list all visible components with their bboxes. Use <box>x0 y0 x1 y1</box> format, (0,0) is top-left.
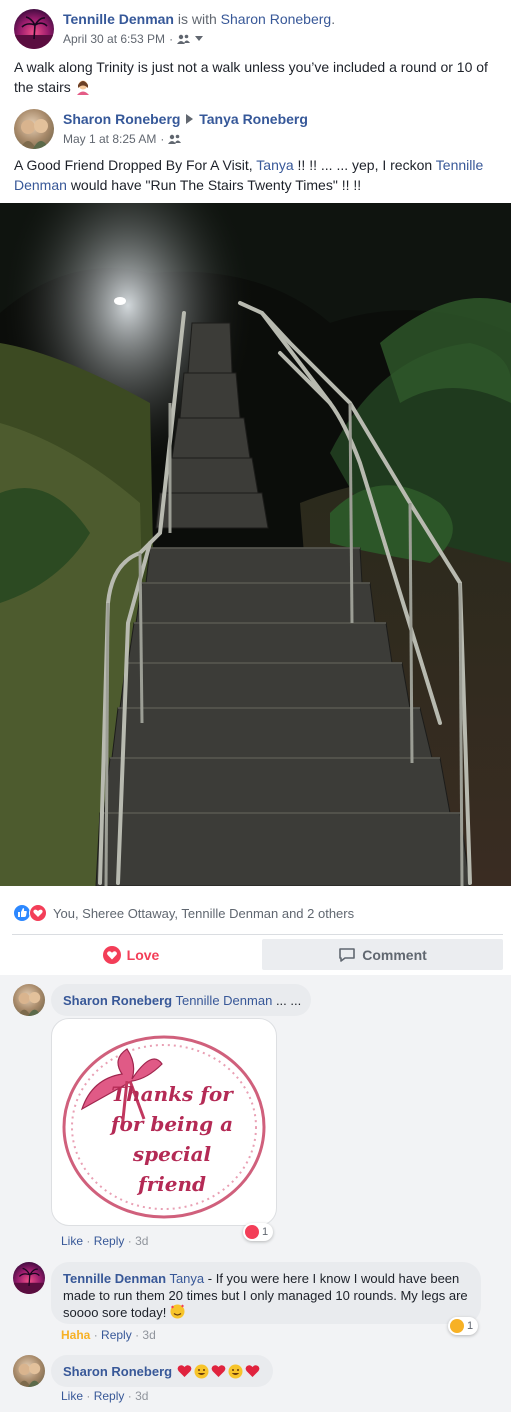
avatar[interactable] <box>13 1355 45 1387</box>
reaction-icons[interactable] <box>13 904 51 922</box>
like-link[interactable]: Like <box>61 1389 83 1403</box>
heart-emoji-icon <box>177 1365 192 1377</box>
smiling-hearts-emoji-icon <box>170 1304 185 1319</box>
separator: · <box>127 1234 132 1248</box>
caret-right-icon <box>186 114 194 124</box>
comment-time[interactable]: 3d <box>142 1328 155 1342</box>
shared-timestamp[interactable]: May 1 at 8:25 AM <box>63 132 156 146</box>
post-timestamp[interactable]: April 30 at 6:53 PM <box>63 32 165 46</box>
sticker-line: Thanks for <box>111 1082 234 1106</box>
separator: · <box>135 1328 140 1342</box>
friends-audience-icon[interactable] <box>177 34 191 44</box>
haha-reaction-link[interactable]: Haha <box>61 1328 90 1342</box>
separator: · <box>86 1234 91 1248</box>
sticker-line: for being a <box>109 1112 233 1136</box>
shared-text-part: would have "Run The Stairs Twenty Times"… <box>70 177 362 193</box>
reply-link[interactable]: Reply <box>101 1328 132 1342</box>
post-text: A walk along Trinity is just not a walk … <box>14 57 498 97</box>
shared-author-link[interactable]: Sharon Roneberg <box>63 111 180 127</box>
love-label: Love <box>126 946 160 963</box>
comment-actions: Like · Reply · 3d <box>61 1389 148 1403</box>
mention-link[interactable]: Tennille Denman <box>175 993 272 1008</box>
comment-button[interactable]: Comment <box>262 939 503 970</box>
grinning-emoji-icon <box>194 1364 209 1378</box>
post-photo[interactable] <box>0 203 511 886</box>
post-meta: April 30 at 6:53 PM · <box>63 32 204 46</box>
post-header-line: Tennille Denman is with Sharon Roneberg. <box>63 11 335 27</box>
comment-reaction-count[interactable]: 1 <box>448 1317 479 1335</box>
comment-icon <box>339 947 356 962</box>
comment-text: made to run them 20 times but I only man… <box>63 1288 468 1303</box>
woman-emoji-icon <box>76 80 89 95</box>
haha-reaction-icon <box>450 1319 464 1333</box>
comment-text: - If you were here I know I would have b… <box>207 1271 460 1286</box>
meta-separator: · <box>160 132 165 146</box>
divider <box>12 934 503 935</box>
shared-meta: May 1 at 8:25 AM · <box>63 132 182 146</box>
shared-text: A Good Friend Dropped By For A Visit, Ta… <box>14 155 504 195</box>
comment-bubble: Sharon Roneberg <box>51 1355 273 1387</box>
sticker-line: friend <box>136 1172 206 1196</box>
post-author-link[interactable]: Tennille Denman <box>63 11 174 27</box>
shared-header-line: Sharon Roneberg Tanya Roneberg <box>63 111 308 127</box>
grinning-emoji-icon <box>228 1364 243 1378</box>
chevron-down-icon[interactable] <box>195 36 204 42</box>
avatar[interactable] <box>13 1262 45 1294</box>
reaction-summary[interactable]: You, Sheree Ottaway, Tennille Denman and… <box>53 906 354 921</box>
heart-emoji-icon <box>245 1365 260 1377</box>
shared-target-link[interactable]: Tanya Roneberg <box>199 111 308 127</box>
comment-time[interactable]: 3d <box>135 1234 148 1248</box>
reply-link[interactable]: Reply <box>94 1389 125 1403</box>
comment-text: ... ... <box>275 993 302 1008</box>
reaction-count: 1 <box>467 1320 474 1332</box>
avatar[interactable] <box>14 9 54 49</box>
with-text: is with <box>177 11 217 27</box>
comment-time[interactable]: 3d <box>135 1389 148 1403</box>
comment-actions: Haha · Reply · 3d <box>61 1328 156 1342</box>
love-button[interactable]: Love <box>8 939 254 970</box>
mention-link[interactable]: Tanya <box>256 157 293 173</box>
friend-sticker[interactable]: Thanks for for being a special friend <box>51 1018 277 1226</box>
tagged-user-link[interactable]: Sharon Roneberg <box>221 11 332 27</box>
shared-text-part: A Good Friend Dropped By For A Visit, <box>14 157 253 173</box>
heart-emoji-icon <box>211 1365 226 1377</box>
thanks-friend-sticker-image: Thanks for for being a special friend <box>62 1035 266 1219</box>
comment-label: Comment <box>362 946 427 963</box>
separator: · <box>86 1389 91 1403</box>
separator: · <box>127 1389 132 1403</box>
love-reaction-icon <box>245 1225 259 1239</box>
comment-author-link[interactable]: Sharon Roneberg <box>63 993 172 1008</box>
mention-link[interactable]: Tanya <box>169 1271 204 1286</box>
comment-bubble: Sharon Roneberg Tennille Denman ... ... <box>51 984 311 1016</box>
shared-text-part: !! !! ... ... yep, I reckon <box>297 157 433 173</box>
comment-text: soooo sore today! <box>63 1305 167 1320</box>
reply-link[interactable]: Reply <box>94 1234 125 1248</box>
reaction-count: 1 <box>262 1226 269 1238</box>
avatar[interactable] <box>14 109 54 149</box>
meta-separator: · <box>169 32 174 46</box>
love-icon <box>102 945 121 964</box>
mention-link[interactable]: Denman <box>14 177 67 193</box>
comment-bubble: Tennille Denman Tanya - If you were here… <box>51 1262 481 1324</box>
stairs-photo <box>0 203 511 886</box>
comment-reaction-count[interactable]: 1 <box>243 1223 274 1241</box>
like-link[interactable]: Like <box>61 1234 83 1248</box>
avatar[interactable] <box>13 984 45 1016</box>
comment-author-link[interactable]: Tennille Denman <box>63 1271 166 1286</box>
mention-link[interactable]: Tennille <box>436 157 483 173</box>
tagged-suffix: . <box>331 11 336 27</box>
separator: · <box>93 1328 98 1342</box>
friends-audience-icon[interactable] <box>168 134 182 144</box>
comment-author-link[interactable]: Sharon Roneberg <box>63 1363 172 1380</box>
love-reaction-icon <box>29 904 47 922</box>
sticker-line: special <box>132 1142 212 1166</box>
comment-actions: Like · Reply · 3d <box>61 1234 148 1248</box>
